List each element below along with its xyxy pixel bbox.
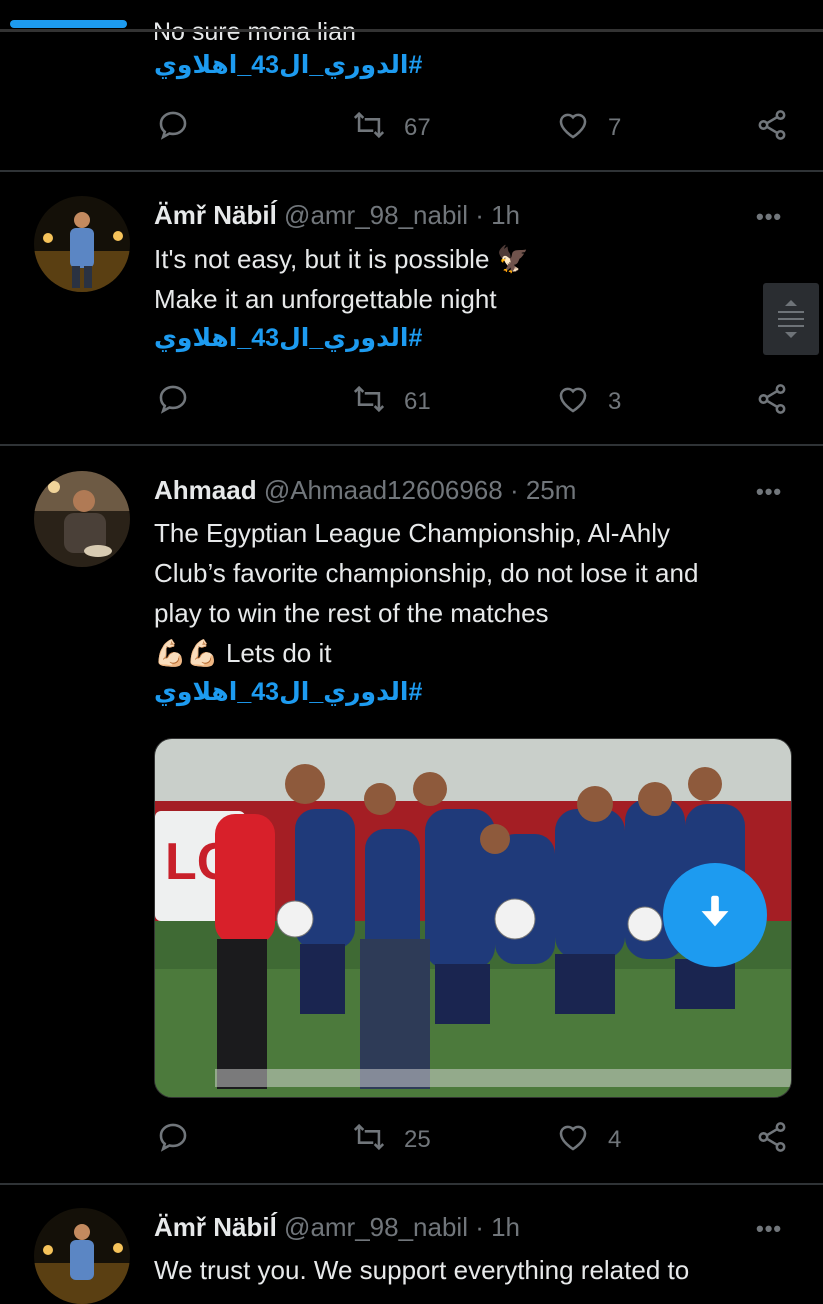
- tweet-header: Ämř Näbiĺ @amr_98_nabil · 1h: [154, 1212, 520, 1243]
- share-button[interactable]: [755, 382, 789, 422]
- heart-icon: [556, 1120, 590, 1161]
- retweet-count: 61: [404, 388, 431, 415]
- loading-progress-bar: [10, 20, 127, 28]
- heart-icon: [556, 108, 590, 149]
- retweet-button[interactable]: 25: [352, 1120, 431, 1160]
- top-bar: No sure mona lian: [0, 0, 823, 40]
- hashtag-link[interactable]: #الدوري_ال43_اهلاوي: [154, 677, 422, 707]
- tweet-divider: [0, 444, 823, 446]
- handle-time: @amr_98_nabil · 1h: [284, 200, 521, 230]
- tweet-actions: 25 4: [0, 1120, 823, 1160]
- tweet-divider: [0, 170, 823, 172]
- reply-button[interactable]: [156, 382, 190, 422]
- tweet-text: It's not easy, but it is possible 🦅 Make…: [154, 239, 794, 319]
- reply-icon: [156, 1120, 190, 1161]
- handle-time: @Ahmaad12606968 · 25m: [263, 475, 577, 505]
- handle-time: @amr_98_nabil · 1h: [284, 1212, 521, 1242]
- share-icon: [755, 108, 789, 149]
- reply-button[interactable]: [156, 1120, 190, 1160]
- tweet-header: Ämř Näbiĺ @amr_98_nabil · 1h: [154, 200, 520, 231]
- display-name[interactable]: Ämř Näbiĺ: [154, 1212, 277, 1242]
- more-icon[interactable]: •••: [756, 204, 782, 230]
- more-icon[interactable]: •••: [756, 1216, 782, 1242]
- tweet-line: It's not easy, but it is possible 🦅: [154, 244, 530, 274]
- like-button[interactable]: 7: [556, 108, 621, 148]
- tweet-actions: 61 3: [0, 382, 823, 422]
- tweet-header: Ahmaad @Ahmaad12606968 · 25m: [154, 475, 576, 506]
- download-button[interactable]: [663, 863, 767, 967]
- display-name[interactable]: Ämř Näbiĺ: [154, 200, 277, 230]
- tweet-text: The Egyptian League Championship, Al-Ahl…: [154, 513, 794, 673]
- tweet-text: We trust you. We support everything rela…: [154, 1250, 794, 1290]
- more-icon[interactable]: •••: [756, 479, 782, 505]
- display-name[interactable]: Ahmaad: [154, 475, 257, 505]
- download-icon: [692, 890, 738, 941]
- reply-icon: [156, 108, 190, 149]
- like-button[interactable]: 3: [556, 382, 621, 422]
- tweet-line: 💪🏻💪🏻 Lets do it: [154, 638, 332, 668]
- scrollbar-thumb[interactable]: [763, 283, 819, 355]
- reply-icon: [156, 382, 190, 423]
- retweet-icon: [352, 382, 386, 423]
- retweet-icon: [352, 108, 386, 149]
- avatar[interactable]: [34, 471, 130, 567]
- heart-icon: [556, 382, 590, 423]
- reply-button[interactable]: [156, 108, 190, 148]
- tweet-line: We trust you. We support everything rela…: [154, 1255, 690, 1285]
- retweet-count: 67: [404, 114, 431, 141]
- avatar[interactable]: [34, 1208, 130, 1304]
- retweet-button[interactable]: 67: [352, 108, 431, 148]
- retweet-icon: [352, 1120, 386, 1161]
- retweet-button[interactable]: 61: [352, 382, 431, 422]
- like-count: 7: [608, 114, 622, 141]
- top-divider: [0, 29, 823, 32]
- tweet-actions: 67 7: [0, 108, 823, 148]
- avatar[interactable]: [34, 196, 130, 292]
- tweet-line: Make it an unforgettable night: [154, 284, 497, 314]
- tweet-line: Club’s favorite championship, do not los…: [154, 558, 699, 588]
- hashtag-link[interactable]: #الدوري_ال43_اهلاوي: [154, 323, 422, 353]
- like-count: 3: [608, 388, 622, 415]
- tweet-line: The Egyptian League Championship, Al-Ahl…: [154, 518, 670, 548]
- tweet-divider: [0, 1183, 823, 1185]
- like-button[interactable]: 4: [556, 1120, 621, 1160]
- share-button[interactable]: [755, 1120, 789, 1160]
- share-button[interactable]: [755, 108, 789, 148]
- share-icon: [755, 382, 789, 423]
- share-icon: [755, 1120, 789, 1161]
- retweet-count: 25: [404, 1126, 431, 1153]
- hashtag-link[interactable]: #الدوري_ال43_اهلاوي: [154, 50, 422, 80]
- tweet-line: play to win the rest of the matches: [154, 598, 549, 628]
- like-count: 4: [608, 1126, 622, 1153]
